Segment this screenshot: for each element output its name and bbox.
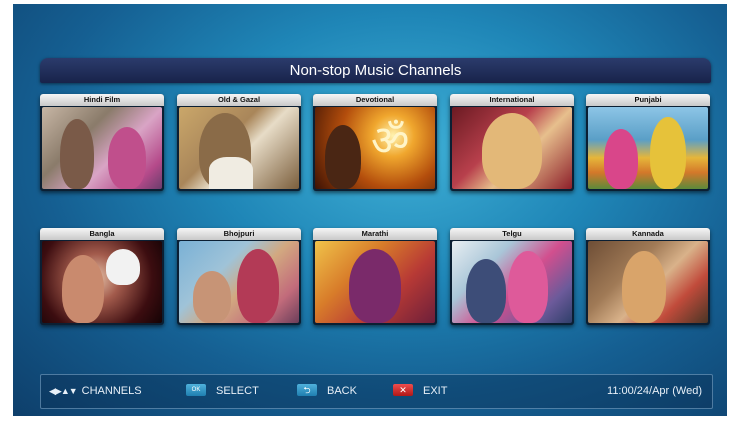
- channel-tile-telgu[interactable]: Telgu: [450, 228, 574, 325]
- channel-tile-bhojpuri[interactable]: Bhojpuri: [177, 228, 301, 325]
- channel-tile-kannada[interactable]: Kannada: [586, 228, 710, 325]
- back-button-icon: ⮌: [297, 384, 317, 397]
- channel-label: Devotional: [313, 94, 437, 106]
- back-hint-label: BACK: [327, 385, 357, 397]
- channel-tile-devotional[interactable]: Devotional ॐ: [313, 94, 437, 191]
- channel-tile-bangla[interactable]: Bangla: [40, 228, 164, 325]
- channel-tile-marathi[interactable]: Marathi: [313, 228, 437, 325]
- channel-tile-hindi-film[interactable]: Hindi Film: [40, 94, 164, 191]
- channel-label: Bangla: [40, 228, 164, 240]
- channel-label: Hindi Film: [40, 94, 164, 106]
- footer-help-bar: ◀▶▲▼ CHANNELS OK SELECT ⮌ BACK ✕ EXIT 11:00/…: [40, 374, 713, 409]
- channel-thumbnail: [452, 107, 572, 189]
- channel-thumbnail: [588, 107, 708, 189]
- select-hint-label: SELECT: [216, 385, 259, 397]
- om-symbol-icon: ॐ: [371, 116, 410, 165]
- channel-thumbnail: [588, 241, 708, 323]
- select-hint[interactable]: OK SELECT: [186, 375, 259, 408]
- channel-thumbnail: [179, 107, 299, 189]
- channels-hint: ◀▶▲▼ CHANNELS: [49, 375, 142, 408]
- channel-label: Kannada: [586, 228, 710, 240]
- exit-hint-label: EXIT: [423, 385, 448, 397]
- channel-label: Old & Gazal: [177, 94, 301, 106]
- channel-thumbnail: [42, 241, 162, 323]
- channel-thumbnail: [452, 241, 572, 323]
- channel-thumbnail: ॐ: [315, 107, 435, 189]
- channel-thumbnail: [315, 241, 435, 323]
- back-hint[interactable]: ⮌ BACK: [297, 375, 357, 408]
- channels-hint-label: CHANNELS: [81, 385, 142, 397]
- channel-tile-international[interactable]: International: [450, 94, 574, 191]
- date-time: 11:00/24/Apr (Wed): [607, 385, 702, 397]
- ok-button-icon: OK: [186, 384, 206, 397]
- channel-label: Punjabi: [586, 94, 710, 106]
- page-title: Non-stop Music Channels: [40, 58, 711, 83]
- channel-label: Marathi: [313, 228, 437, 240]
- arrow-keys-icon: ◀▶▲▼: [49, 386, 78, 396]
- exit-button-icon: ✕: [393, 384, 413, 397]
- channel-thumbnail: [42, 107, 162, 189]
- channel-tile-old-gazal[interactable]: Old & Gazal: [177, 94, 301, 191]
- channel-label: Telgu: [450, 228, 574, 240]
- channel-tile-punjabi[interactable]: Punjabi: [586, 94, 710, 191]
- exit-hint[interactable]: ✕ EXIT: [393, 375, 447, 408]
- channel-label: Bhojpuri: [177, 228, 301, 240]
- tv-screen: Non-stop Music Channels Hindi Film Old &…: [13, 4, 727, 416]
- channel-thumbnail: [179, 241, 299, 323]
- channel-label: International: [450, 94, 574, 106]
